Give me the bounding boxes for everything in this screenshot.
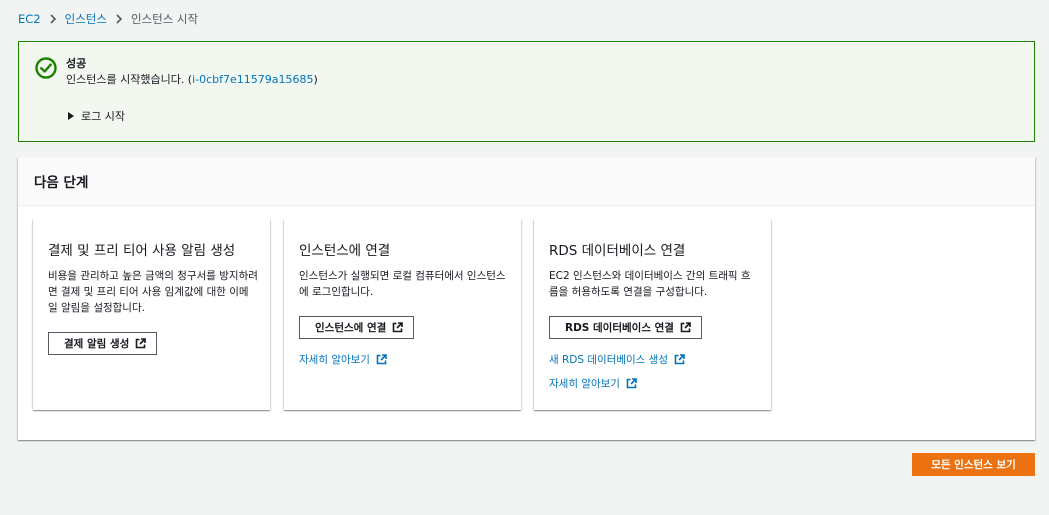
card-description: EC2 인스턴스와 데이터베이스 간의 트래픽 흐름을 허용하도록 연결을 구성… [549,270,751,298]
create-billing-alert-button[interactable]: 결제 알림 생성 [48,332,158,355]
card-title: 결제 및 프리 티어 사용 알림 생성 [48,243,236,259]
connect-instance-button[interactable]: 인스턴스에 연결 [299,316,415,339]
breadcrumb-instances-link[interactable]: 인스턴스 [65,11,107,27]
external-link-icon [626,378,637,389]
learn-more-link[interactable]: 자세히 알아보기 [549,376,637,391]
link-label: 자세히 알아보기 [549,378,620,390]
check-circle-icon [35,57,57,79]
launch-log-expander[interactable]: 로그 시작 [68,108,125,124]
next-steps-panel: 다음 단계 결제 및 프리 티어 사용 알림 생성 비용을 관리하고 높은 금액… [18,157,1035,440]
external-link-icon [680,322,691,333]
external-link-icon [135,338,147,349]
card-description: 인스턴스가 실행되면 로컬 컴퓨터에서 인스턴스에 로그인합니다. [299,270,506,298]
external-link-icon [674,354,685,365]
button-label: RDS 데이터베이스 연결 [565,322,674,334]
create-rds-database-link[interactable]: 새 RDS 데이터베이스 생성 [549,352,685,367]
card-title: 인스턴스에 연결 [299,243,391,259]
flash-title: 성공 [66,57,87,70]
success-flash: 성공 인스턴스를 시작했습니다. (i-0cbf7e11579a15685) 로… [18,41,1035,142]
breadcrumb: EC2 인스턴스 인스턴스 시작 [18,10,198,28]
learn-more-link[interactable]: 자세히 알아보기 [299,352,387,367]
view-all-instances-button[interactable]: 모든 인스턴스 보기 [912,453,1035,476]
launch-log-label: 로그 시작 [81,110,125,123]
chevron-right-icon [115,14,123,24]
card-title: RDS 데이터베이스 연결 [549,243,686,259]
connect-rds-button[interactable]: RDS 데이터베이스 연결 [549,316,702,339]
instance-id-link[interactable]: i-0cbf7e11579a15685 [192,73,313,86]
flash-message: 인스턴스를 시작했습니다. (i-0cbf7e11579a15685) [66,71,318,87]
flash-message-prefix: 인스턴스를 시작했습니다. ( [66,73,193,86]
chevron-right-icon [49,14,57,24]
breadcrumb-current: 인스턴스 시작 [130,12,199,26]
link-label: 자세히 알아보기 [299,354,370,366]
external-link-icon [392,322,404,333]
button-label: 인스턴스에 연결 [315,322,387,334]
button-label: 결제 알림 생성 [64,338,130,350]
connect-instance-card: 인스턴스에 연결 인스턴스가 실행되면 로컬 컴퓨터에서 인스턴스에 로그인합니… [284,219,521,410]
link-label: 새 RDS 데이터베이스 생성 [549,354,668,366]
breadcrumb-ec2-link[interactable]: EC2 [18,12,41,26]
billing-alert-card: 결제 및 프리 티어 사용 알림 생성 비용을 관리하고 높은 금액의 청구서를… [33,219,270,410]
rds-connect-card: RDS 데이터베이스 연결 EC2 인스턴스와 데이터베이스 간의 트래픽 흐름… [534,219,771,410]
flash-message-suffix: ) [313,73,318,86]
external-link-icon [376,354,387,365]
caret-right-icon [68,112,74,120]
card-description: 비용을 관리하고 높은 금액의 청구서를 방지하려면 결제 및 프리 티어 사용… [48,270,258,314]
next-steps-title: 다음 단계 [18,157,1035,206]
